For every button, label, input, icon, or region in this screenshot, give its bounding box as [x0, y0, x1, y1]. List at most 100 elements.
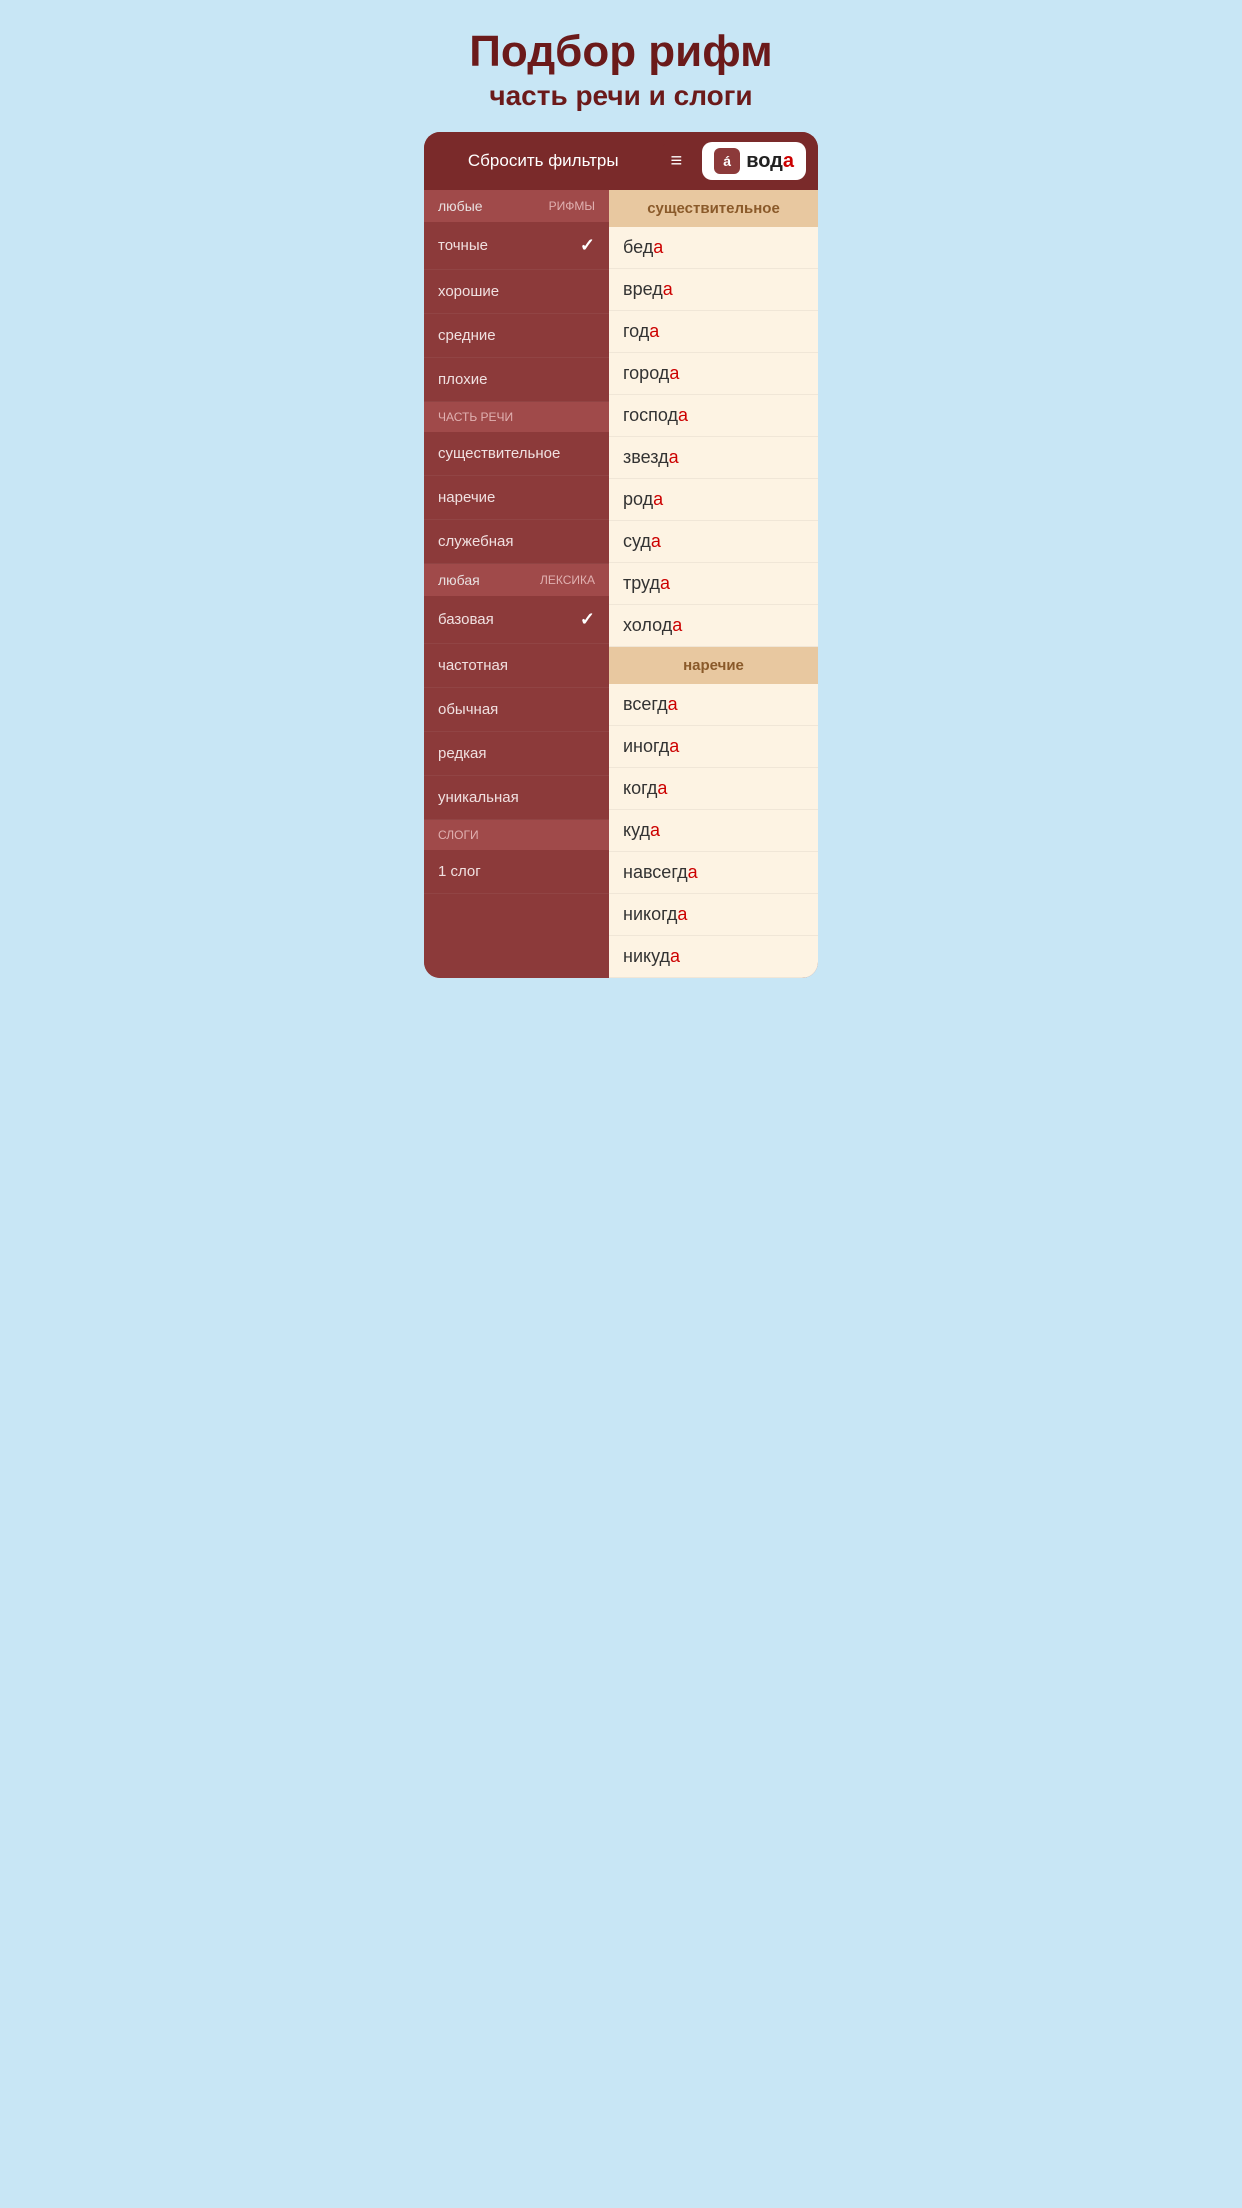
page-title: Подбор рифм: [434, 28, 808, 76]
rhyme-vreda[interactable]: вреда: [609, 269, 818, 311]
word-prefix: город: [623, 363, 669, 383]
word-accent: а: [651, 531, 661, 551]
rhymes-section-header: любые РИФМЫ: [424, 190, 609, 222]
filter-label: обычная: [438, 701, 498, 718]
word-accent: а: [670, 946, 680, 966]
word-accent: а: [688, 862, 698, 882]
lexics-label: ЛЕКСИКА: [540, 573, 595, 587]
filter-syllables-1[interactable]: 1 слог: [424, 850, 609, 894]
word-accent: а: [653, 489, 663, 509]
lexics-any-label: любая: [438, 572, 480, 588]
rhyme-goroda[interactable]: города: [609, 353, 818, 395]
lexics-section-header: любая ЛЕКСИКА: [424, 564, 609, 596]
filter-label: уникальная: [438, 789, 519, 806]
word-accent: а: [668, 694, 678, 714]
syllables-section-header: СЛОГИ: [424, 820, 609, 850]
filter-label: существительное: [438, 445, 560, 462]
word-accent: а: [660, 573, 670, 593]
word-prefix: куд: [623, 820, 650, 840]
filter-pos-adverb[interactable]: наречие: [424, 476, 609, 520]
rhyme-inogda[interactable]: иногда: [609, 726, 818, 768]
word-prefix: суд: [623, 531, 651, 551]
word-accent: а: [669, 736, 679, 756]
rhyme-suda[interactable]: суда: [609, 521, 818, 563]
filter-rhymes-medium[interactable]: средние: [424, 314, 609, 358]
word-prefix: род: [623, 489, 653, 509]
page-subtitle: часть речи и слоги: [434, 80, 808, 112]
word-accent: а: [678, 405, 688, 425]
rhyme-holoda[interactable]: холода: [609, 605, 818, 647]
word-prefix: вод: [746, 150, 783, 172]
rhyme-navsegda[interactable]: навсегда: [609, 852, 818, 894]
word-accent: а: [657, 778, 667, 798]
filter-label: служебная: [438, 533, 513, 550]
filter-label: базовая: [438, 611, 494, 628]
check-icon: ✓: [580, 235, 595, 256]
adverb-section-header: наречие: [609, 647, 818, 684]
rhyme-kogda[interactable]: когда: [609, 768, 818, 810]
filter-label: частотная: [438, 657, 508, 674]
rhyme-zvezda[interactable]: звезда: [609, 437, 818, 479]
word-prefix: господ: [623, 405, 678, 425]
rhyme-gospoda[interactable]: господа: [609, 395, 818, 437]
filter-label: редкая: [438, 745, 486, 762]
rhyme-nikuda[interactable]: никуда: [609, 936, 818, 978]
word-prefix: бед: [623, 237, 653, 257]
menu-button[interactable]: ≡: [661, 144, 693, 179]
word-prefix: когд: [623, 778, 657, 798]
filter-lexics-frequent[interactable]: частотная: [424, 644, 609, 688]
pos-label: ЧАСТЬ РЕЧИ: [438, 410, 513, 424]
filter-lexics-rare[interactable]: редкая: [424, 732, 609, 776]
filter-lexics-unique[interactable]: уникальная: [424, 776, 609, 820]
word-prefix: никогд: [623, 904, 677, 924]
filter-lexics-base[interactable]: базовая ✓: [424, 596, 609, 644]
word-prefix: иногд: [623, 736, 669, 756]
syllables-label: СЛОГИ: [438, 828, 479, 842]
word-accent: а: [672, 615, 682, 635]
rhymes-label: РИФМЫ: [549, 199, 595, 213]
word-prefix: холод: [623, 615, 672, 635]
filter-label: наречие: [438, 489, 495, 506]
word-prefix: навсегд: [623, 862, 688, 882]
word-accent: а: [669, 447, 679, 467]
word-badge[interactable]: á вода: [702, 142, 806, 180]
rhyme-truda[interactable]: труда: [609, 563, 818, 605]
filter-pos-service[interactable]: служебная: [424, 520, 609, 564]
left-panel: любые РИФМЫ точные ✓ хорошие средние пло…: [424, 190, 609, 978]
word-accent: а: [677, 904, 687, 924]
word-prefix: всегд: [623, 694, 668, 714]
word-accent: а: [650, 820, 660, 840]
word-accent: а: [653, 237, 663, 257]
filter-lexics-common[interactable]: обычная: [424, 688, 609, 732]
word-accent: а: [649, 321, 659, 341]
noun-section-header: существительное: [609, 190, 818, 227]
filter-pos-noun[interactable]: существительное: [424, 432, 609, 476]
filter-rhymes-good[interactable]: хорошие: [424, 270, 609, 314]
filter-rhymes-exact[interactable]: точные ✓: [424, 222, 609, 270]
rhyme-nikogda[interactable]: никогда: [609, 894, 818, 936]
word-prefix: год: [623, 321, 649, 341]
word-prefix: звезд: [623, 447, 669, 467]
word-prefix: никуд: [623, 946, 670, 966]
filter-label: точные: [438, 237, 488, 254]
search-word: вода: [746, 150, 794, 173]
main-container: Сбросить фильтры ≡ á вода любые РИФМЫ то…: [424, 132, 818, 978]
word-accent: а: [669, 363, 679, 383]
filter-label: хорошие: [438, 283, 499, 300]
rhyme-kuda[interactable]: куда: [609, 810, 818, 852]
word-accent: а: [783, 150, 794, 172]
reset-filters-button[interactable]: Сбросить фильтры: [436, 145, 651, 177]
content-area: любые РИФМЫ точные ✓ хорошие средние пло…: [424, 190, 818, 978]
word-prefix: вред: [623, 279, 663, 299]
check-icon: ✓: [580, 609, 595, 630]
rhyme-vsegda[interactable]: всегда: [609, 684, 818, 726]
rhyme-roda[interactable]: рода: [609, 479, 818, 521]
filter-label: 1 слог: [438, 863, 481, 880]
pos-section-header: ЧАСТЬ РЕЧИ: [424, 402, 609, 432]
filter-label: средние: [438, 327, 496, 344]
filter-rhymes-bad[interactable]: плохие: [424, 358, 609, 402]
header: Подбор рифм часть речи и слоги: [414, 0, 828, 132]
rhyme-goda[interactable]: года: [609, 311, 818, 353]
word-prefix: труд: [623, 573, 660, 593]
rhyme-beda[interactable]: беда: [609, 227, 818, 269]
